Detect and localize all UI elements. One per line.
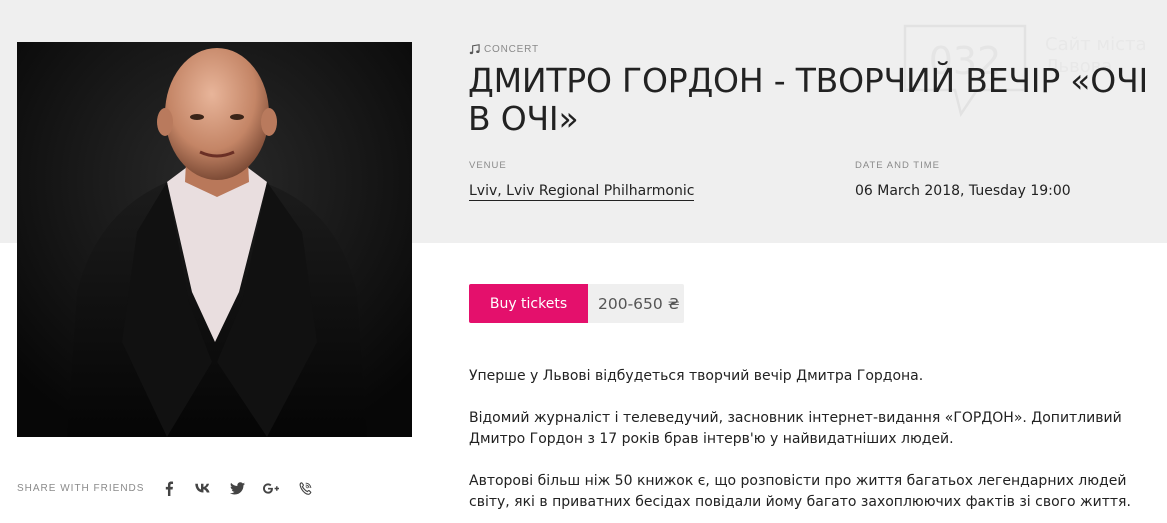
portrait-image: [17, 42, 412, 437]
event-description: Уперше у Львові відбудеться творчий вечі…: [469, 366, 1149, 523]
venue-label: VENUE: [469, 160, 507, 171]
category-label: CONCERT: [484, 43, 539, 55]
event-photo: [17, 42, 412, 437]
event-category: CONCERT: [469, 42, 539, 56]
twitter-icon[interactable]: [226, 477, 248, 499]
share-label: SHARE WITH FRIENDS: [17, 482, 145, 494]
event-datetime: 06 March 2018, Tuesday 19:00: [855, 183, 1071, 199]
description-paragraph: Уперше у Львові відбудеться творчий вечі…: [469, 368, 924, 384]
ticket-row: Buy tickets 200-650 ₴: [469, 284, 684, 323]
venue-link[interactable]: Lviv, Lviv Regional Philharmonic: [469, 183, 695, 201]
description-paragraph: Авторові більш ніж 50 книжок є, що розпо…: [469, 473, 1131, 510]
event-title: ДМИТРО ГОРДОН - ТВОРЧИЙ ВЕЧІР «ОЧІ В ОЧІ…: [468, 61, 1149, 138]
description-paragraph: Відомий журналіст і телеведучий, засновн…: [469, 410, 1122, 447]
datetime-label: DATE AND TIME: [855, 160, 940, 171]
ticket-price: 200-650 ₴: [588, 284, 684, 323]
music-note-icon: [469, 43, 480, 55]
share-bar: SHARE WITH FRIENDS: [17, 476, 328, 500]
buy-tickets-button[interactable]: Buy tickets: [469, 284, 588, 323]
vk-icon[interactable]: [192, 477, 214, 499]
google-plus-icon[interactable]: [260, 477, 282, 499]
facebook-icon[interactable]: [158, 477, 180, 499]
viber-icon[interactable]: [294, 477, 316, 499]
